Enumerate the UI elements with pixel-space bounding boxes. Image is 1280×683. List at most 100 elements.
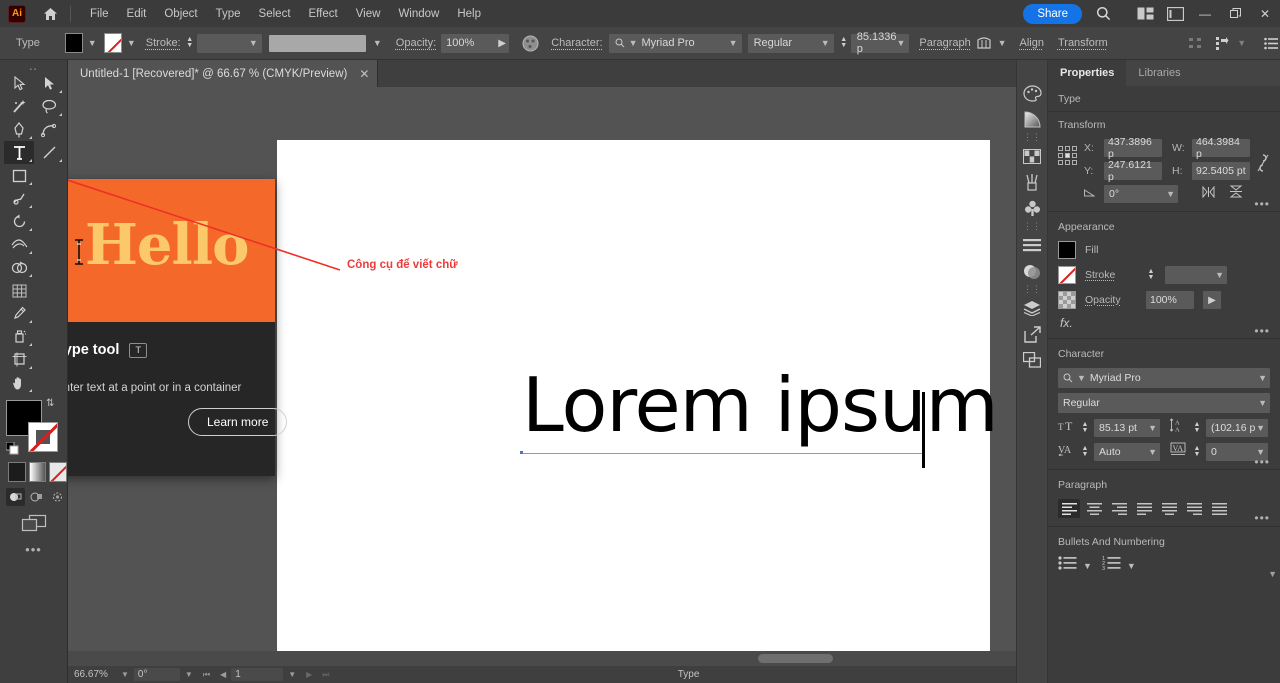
minimize-button[interactable]: — xyxy=(1190,0,1220,27)
previous-artboard-icon[interactable]: ◀ xyxy=(215,670,231,679)
y-input[interactable]: 247.6121 p xyxy=(1104,162,1162,180)
stroke-chevron-down-icon[interactable]: ▼ xyxy=(127,38,136,48)
symbols-panel-icon[interactable] xyxy=(1018,195,1046,221)
align-left-button[interactable] xyxy=(1058,499,1080,518)
paragraph-label[interactable]: Paragraph xyxy=(919,37,970,49)
canvas-area[interactable]: Lorem ipsum Hello Type tool T Enter text… xyxy=(68,87,1080,666)
w-input[interactable]: 464.3984 p xyxy=(1192,139,1250,157)
leading-stepper[interactable]: ▲▼ xyxy=(1192,422,1202,434)
zoom-tool[interactable] xyxy=(34,371,64,394)
opacity-expand-button[interactable]: ▶ xyxy=(495,34,510,53)
color-mode-gradient[interactable] xyxy=(29,462,47,482)
arrange-documents-icon[interactable] xyxy=(1130,0,1160,27)
transform-more-options[interactable]: ••• xyxy=(1254,200,1270,208)
default-fill-stroke-icon[interactable] xyxy=(6,442,20,456)
color-mode-none[interactable] xyxy=(49,462,67,482)
workspace-switcher-icon[interactable] xyxy=(1160,0,1190,27)
pen-tool[interactable] xyxy=(4,118,34,141)
align-label[interactable]: Align xyxy=(1020,37,1044,49)
justify-left-button[interactable] xyxy=(1133,499,1155,518)
menu-window[interactable]: Window xyxy=(389,4,448,24)
draw-normal-mode[interactable] xyxy=(6,488,25,506)
dock-group-grip-1[interactable]: ⋮⋮ xyxy=(1023,132,1041,143)
dock-group-grip-3[interactable]: ⋮⋮ xyxy=(1023,284,1041,295)
stroke-weight-dropdown[interactable]: ▼ xyxy=(197,34,262,53)
font-family-dropdown[interactable]: ▼ Myriad Pro ▼ xyxy=(609,34,742,53)
h-input[interactable]: 92.5405 pt xyxy=(1192,162,1250,180)
menu-help[interactable]: Help xyxy=(448,4,490,24)
distribute-icon[interactable] xyxy=(1213,32,1231,54)
stroke-profile-field[interactable] xyxy=(269,35,366,52)
draw-behind-mode[interactable] xyxy=(27,488,46,506)
tab-libraries[interactable]: Libraries xyxy=(1126,60,1192,86)
justify-center-button[interactable] xyxy=(1158,499,1180,518)
horizontal-scroll-thumb[interactable] xyxy=(758,654,833,663)
paragraph-more-options[interactable]: ••• xyxy=(1254,514,1270,522)
rotation-input[interactable]: 0° xyxy=(134,668,180,681)
export-panel-icon[interactable] xyxy=(1018,321,1046,347)
rotation-angle-dropdown[interactable]: 0°▼ xyxy=(1104,185,1178,203)
paintbrush-tool-2[interactable] xyxy=(4,187,34,210)
type-tool[interactable] xyxy=(4,141,34,164)
font-style-dropdown[interactable]: Regular▼ xyxy=(748,34,834,53)
artboard-chevron-down-icon[interactable]: ▼ xyxy=(283,670,301,679)
opacity-input[interactable]: 100% xyxy=(441,34,495,53)
character-kerning-dropdown[interactable]: Auto▼ xyxy=(1094,443,1160,461)
bulleted-list-chevron-down-icon[interactable]: ▼ xyxy=(1083,561,1092,571)
column-graph-tool[interactable] xyxy=(34,325,64,348)
eyedropper-tool[interactable] xyxy=(4,302,34,325)
tab-close-icon[interactable]: ✕ xyxy=(359,67,369,81)
swatches-panel-icon[interactable] xyxy=(1018,143,1046,169)
mesh-tool[interactable] xyxy=(4,279,34,302)
tools-panel-grip[interactable] xyxy=(0,60,67,72)
menu-object[interactable]: Object xyxy=(155,4,206,24)
reference-point-selector[interactable] xyxy=(1058,146,1077,165)
gradient-tool[interactable] xyxy=(34,279,64,302)
properties-panel-icon[interactable] xyxy=(1018,232,1046,258)
last-artboard-icon[interactable]: ⏭ xyxy=(317,670,334,680)
distribute-chevron-down-icon[interactable]: ▼ xyxy=(1237,38,1246,48)
learn-more-button[interactable]: Learn more xyxy=(188,408,287,436)
kerning-stepper[interactable]: ▲▼ xyxy=(1080,446,1090,458)
artboard-number-input[interactable]: 1 xyxy=(231,668,283,681)
flip-horizontal-button[interactable] xyxy=(1202,185,1217,203)
paintbrush-tool[interactable] xyxy=(34,164,64,187)
tracking-stepper[interactable]: ▲▼ xyxy=(1192,446,1202,458)
curvature-tool[interactable] xyxy=(34,118,64,141)
artboards-panel-icon[interactable] xyxy=(1018,347,1046,373)
slice-tool[interactable] xyxy=(34,348,64,371)
numbered-list-chevron-down-icon[interactable]: ▼ xyxy=(1127,561,1136,571)
selection-tool[interactable] xyxy=(4,72,34,95)
blend-tool[interactable] xyxy=(34,302,64,325)
align-right-button[interactable] xyxy=(1108,499,1130,518)
symbol-sprayer-tool[interactable] xyxy=(4,325,34,348)
screen-mode-button[interactable] xyxy=(0,506,67,532)
tools-more-button[interactable]: ••• xyxy=(0,532,67,557)
appearance-stroke-swatch[interactable] xyxy=(1058,266,1076,284)
font-size-stepper-panel[interactable]: ▲▼ xyxy=(1080,422,1090,434)
fill-chevron-down-icon[interactable]: ▼ xyxy=(88,38,97,48)
font-size-dropdown[interactable]: 85.1336 p▼ xyxy=(851,34,910,53)
bulleted-list-icon[interactable] xyxy=(1058,556,1077,575)
first-artboard-icon[interactable]: ⏮ xyxy=(198,670,215,680)
appearance-fx-button[interactable]: fx. xyxy=(1058,316,1270,330)
flip-vertical-button[interactable] xyxy=(1229,185,1243,203)
magic-wand-tool[interactable] xyxy=(4,95,34,118)
draw-inside-mode[interactable] xyxy=(48,488,67,506)
direct-selection-tool[interactable] xyxy=(34,72,64,95)
share-button[interactable]: Share xyxy=(1023,4,1082,24)
close-button[interactable]: ✕ xyxy=(1250,0,1280,27)
color-panel-icon[interactable] xyxy=(1018,80,1046,106)
brushes-panel-icon[interactable] xyxy=(1018,169,1046,195)
constrain-proportions-toggle[interactable] xyxy=(1257,153,1270,178)
align-grid-icon[interactable] xyxy=(1186,32,1204,54)
zoom-chevron-down-icon[interactable]: ▼ xyxy=(116,670,134,679)
paragraph-options-icon[interactable] xyxy=(975,32,993,54)
perspective-grid-tool[interactable] xyxy=(34,256,64,279)
rectangle-tool[interactable] xyxy=(4,164,34,187)
transform-label[interactable]: Transform xyxy=(1058,37,1108,49)
gradient-panel-icon[interactable] xyxy=(1018,106,1046,132)
character-font-style-dropdown[interactable]: Regular▼ xyxy=(1058,393,1270,413)
character-leading-dropdown[interactable]: (102.16 p▼ xyxy=(1206,419,1268,437)
appearance-opacity-label[interactable]: Opacity xyxy=(1085,294,1137,306)
